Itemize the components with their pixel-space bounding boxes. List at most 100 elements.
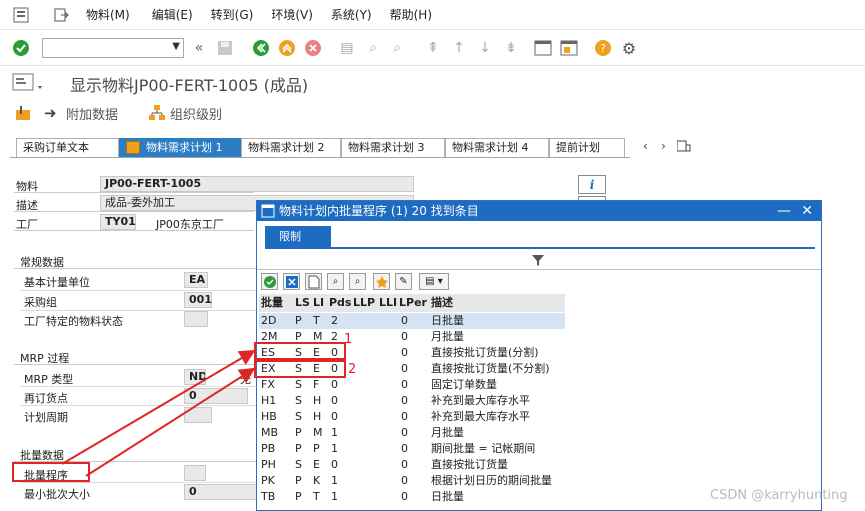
first-page-icon[interactable]: ⇞ [424, 39, 442, 57]
cell-li: M [313, 426, 323, 439]
command-field[interactable]: ▼ [42, 38, 184, 58]
table-row[interactable]: PH S E 0 0 直接按批订货量 [259, 457, 565, 473]
close-icon[interactable]: ✕ [801, 201, 813, 221]
minimize-icon[interactable]: — [777, 201, 791, 221]
col-lli[interactable]: LLI [379, 294, 397, 312]
table-row[interactable]: TB P T 1 0 日批量 [259, 489, 565, 505]
edit-icon[interactable]: ✎ [395, 273, 412, 290]
reorder-point-label: 再订货点 [24, 392, 68, 405]
find-icon[interactable]: ⌕ [364, 39, 382, 57]
table-row[interactable]: FX S F 0 0 固定订单数量 [259, 377, 565, 393]
add-favorite-icon[interactable] [373, 273, 390, 290]
col-description[interactable]: 描述 [431, 294, 453, 312]
cell-description: 根据计划日历的期间批量 [431, 474, 552, 487]
col-lper[interactable]: LPer [399, 294, 427, 312]
cell-lot: PH [261, 458, 276, 471]
cell-lper: 0 [401, 362, 408, 375]
standard-toolbar: ▼ « ▤ ⌕ ⌕ ⇞ ↑ ↓ ⇟ ? ⚙ [0, 30, 865, 66]
cell-ls: P [295, 474, 302, 487]
save-icon[interactable] [216, 39, 234, 57]
folder-icon [126, 141, 140, 154]
menu-edit[interactable]: 编辑(E) [152, 6, 193, 23]
cell-lper: 0 [401, 458, 408, 471]
menu-system[interactable]: 系统(Y) [331, 6, 372, 23]
table-row[interactable]: PB P P 1 0 期间批量 = 记帐期间 [259, 441, 565, 457]
back-icon[interactable] [252, 39, 270, 57]
org-levels-button[interactable]: 组织级别 [170, 104, 222, 123]
prev-page-icon[interactable]: ↑ [450, 39, 468, 57]
chevron-down-icon[interactable]: ▼ [172, 41, 180, 52]
tab-restrictions[interactable]: 限制 [265, 226, 331, 248]
table-row[interactable]: MB P M 1 0 月批量 [259, 425, 565, 441]
tab-mrp4[interactable]: 物料需求计划 4 [445, 138, 549, 157]
toolbar-divider [257, 269, 821, 270]
table-row[interactable]: PK P K 1 0 根据计划日历的期间批量 [259, 473, 565, 489]
tab-underline [10, 157, 630, 158]
sap-menu-icon[interactable] [10, 4, 32, 26]
menu-environment[interactable]: 环境(V) [271, 6, 313, 23]
cell-lot: H1 [261, 394, 277, 407]
tab-mrp1[interactable]: 物料需求计划 1 [119, 138, 241, 157]
row-divider [20, 310, 256, 311]
cell-li: H [313, 394, 322, 407]
menu-bar: 物料(M) 编辑(E) 转到(G) 环境(V) 系统(Y) 帮助(H) [0, 0, 865, 30]
find-next-icon[interactable]: ⌕ [388, 39, 406, 57]
help-icon[interactable]: ? [594, 39, 612, 57]
double-left-icon[interactable]: « [190, 39, 208, 57]
shortcut-icon[interactable] [560, 39, 578, 57]
tab-prev-icon[interactable]: ‹ [643, 139, 648, 153]
table-row[interactable]: H1 S H 0 0 补充到最大库存水平 [259, 393, 565, 409]
col-llp[interactable]: LLP [353, 294, 375, 312]
new-session-icon[interactable] [534, 39, 552, 57]
tab-list-icon[interactable] [676, 140, 691, 152]
exit-icon[interactable] [50, 4, 72, 26]
print-icon[interactable]: ▤ [338, 39, 356, 57]
col-li[interactable]: LI [313, 294, 324, 312]
cell-lot: PK [261, 474, 275, 487]
cell-lper: 0 [401, 474, 408, 487]
annotation-box-es [254, 342, 346, 360]
table-row[interactable]: HB S H 0 0 补充到最大库存水平 [259, 409, 565, 425]
cell-pds: 0 [331, 458, 338, 471]
gear-icon[interactable]: ⚙ [620, 39, 638, 58]
tab-po-text[interactable]: 采购订单文本 [16, 138, 119, 157]
col-pds[interactable]: Pds [329, 294, 351, 312]
menu-help[interactable]: 帮助(H) [390, 6, 432, 23]
col-ls[interactable]: LS [295, 294, 310, 312]
find-next-icon[interactable]: ⌕ [349, 273, 366, 290]
tab-mrp2[interactable]: 物料需求计划 2 [241, 138, 341, 157]
cell-li: T [313, 314, 320, 327]
menu-goto[interactable]: 转到(G) [211, 6, 254, 23]
enter-icon[interactable] [12, 39, 30, 57]
mrp-type-field: ND [184, 369, 206, 385]
cell-description: 补充到最大库存水平 [431, 410, 530, 423]
screen-menu-icon[interactable] [12, 72, 46, 92]
find-icon[interactable]: ⌕ [327, 273, 344, 290]
next-page-icon[interactable]: ↓ [476, 39, 494, 57]
last-page-icon[interactable]: ⇟ [502, 39, 520, 57]
confirm-icon[interactable] [261, 273, 278, 290]
tab-next-icon[interactable]: › [661, 139, 666, 153]
new-entry-icon[interactable] [305, 273, 322, 290]
cell-description: 期间批量 = 记帐期间 [431, 442, 536, 455]
cancel-icon[interactable] [304, 39, 322, 57]
additional-data-button[interactable]: 附加数据 [66, 104, 118, 123]
change-icon[interactable] [14, 104, 34, 122]
lot-procedure-field[interactable] [184, 465, 206, 481]
divider [14, 192, 254, 193]
table-row[interactable]: 2D P T 2 0 日批量 [259, 313, 565, 329]
col-lot[interactable]: 批量 [261, 294, 283, 312]
info-icon[interactable]: i [578, 175, 606, 194]
exit-up-icon[interactable] [278, 39, 296, 57]
divider [14, 211, 254, 212]
cell-pds: 1 [331, 426, 338, 439]
tab-forecast[interactable]: 提前计划 [549, 138, 625, 157]
tab-mrp3[interactable]: 物料需求计划 3 [341, 138, 445, 157]
cell-li: H [313, 410, 322, 423]
cancel-icon[interactable] [283, 273, 300, 290]
menu-material[interactable]: 物料(M) [86, 6, 130, 23]
print-icon[interactable]: ▤ ▾ [419, 273, 449, 290]
filter-icon[interactable] [531, 253, 545, 267]
popup-title-bar: 物料计划内批量程序 (1) 20 找到条目 — ✕ [257, 201, 821, 221]
cell-description: 日批量 [431, 314, 464, 327]
